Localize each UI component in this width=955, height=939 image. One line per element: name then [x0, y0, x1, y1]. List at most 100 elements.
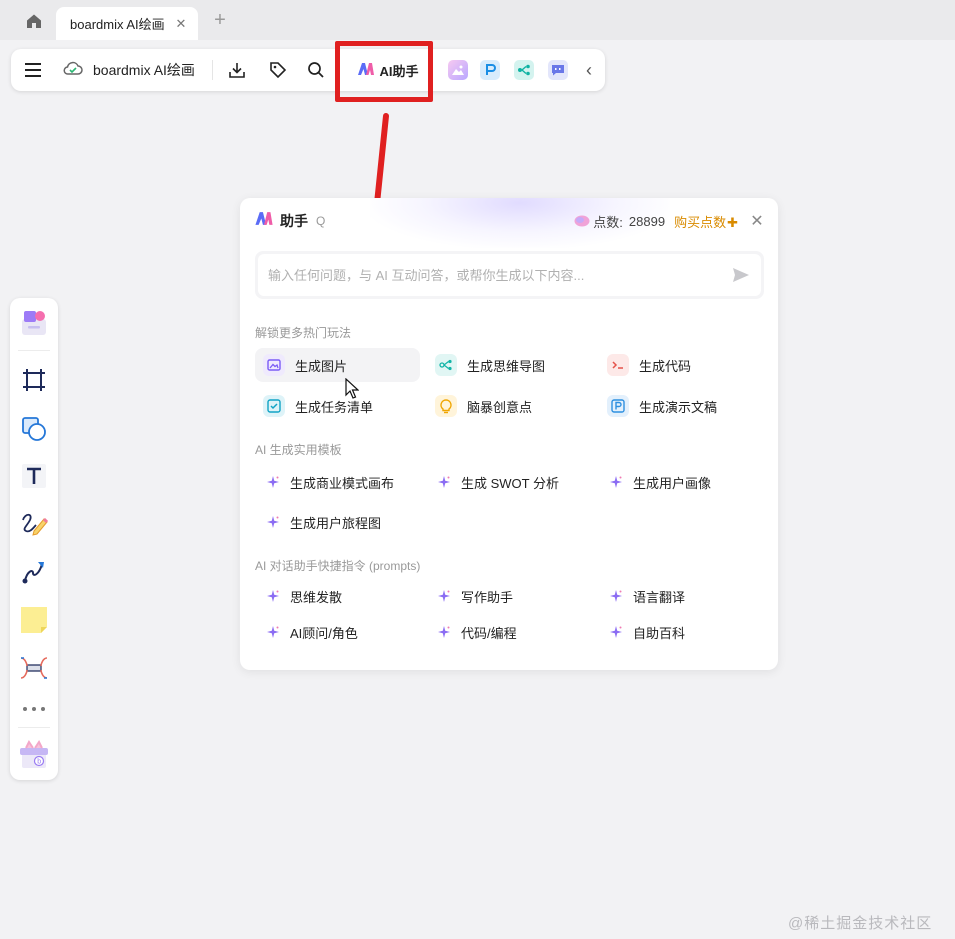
checklist-icon	[263, 395, 285, 417]
code-icon	[607, 354, 629, 376]
plus-icon: ✚	[727, 214, 738, 230]
prompt-item[interactable]: 语言翻译	[609, 585, 685, 607]
prompt-item[interactable]: 思维发散	[266, 585, 342, 607]
browser-tab[interactable]: boardmix AI绘画 ✕	[56, 7, 198, 40]
sparkle-icon	[609, 589, 623, 603]
ai-chat-icon[interactable]	[547, 49, 569, 91]
new-tab-button[interactable]: +	[210, 10, 230, 30]
top-toolbar: boardmix AI绘画 AI助手 ‹	[11, 49, 605, 91]
hot-item-code[interactable]: 生成代码	[599, 348, 764, 382]
toolbar-divider	[212, 60, 213, 80]
hot-item-image[interactable]: 生成图片	[255, 348, 420, 382]
ai-prompt-input[interactable]	[268, 267, 731, 283]
frame-icon[interactable]	[19, 365, 49, 395]
template-label: 生成用户画像	[633, 475, 712, 491]
prompt-label: 写作助手	[461, 589, 514, 605]
left-toolbar: b	[10, 298, 58, 780]
mindmap-tool-icon[interactable]	[19, 653, 49, 683]
template-library-icon[interactable]	[19, 308, 49, 338]
menu-icon[interactable]	[21, 49, 45, 91]
image-icon	[263, 354, 285, 376]
shape-icon[interactable]	[19, 414, 49, 444]
connector-icon[interactable]	[19, 557, 49, 587]
sparkle-icon	[609, 475, 623, 489]
mindmap-icon	[435, 354, 457, 376]
hot-item-label: 生成任务清单	[295, 399, 374, 415]
prompt-item[interactable]: 写作助手	[437, 585, 513, 607]
buy-points-label: 购买点数	[674, 214, 727, 230]
ai-logo-icon	[254, 211, 274, 231]
prompt-item[interactable]: AI顾问/角色	[266, 621, 358, 643]
cloud-saved-icon	[63, 61, 83, 80]
template-item[interactable]: 生成用户画像	[609, 471, 711, 493]
points-label: 点数:	[593, 214, 623, 230]
send-icon[interactable]	[731, 265, 751, 285]
prompt-label: 代码/编程	[461, 625, 517, 641]
tab-title: boardmix AI绘画	[70, 17, 165, 32]
sparkle-icon	[437, 625, 451, 639]
hot-item-presentation[interactable]: 生成演示文稿	[599, 389, 764, 423]
home-icon[interactable]	[24, 11, 44, 31]
doc-title: boardmix AI绘画	[93, 62, 195, 78]
gem-icon	[574, 215, 590, 227]
template-item[interactable]: 生成商业模式画布	[266, 471, 394, 493]
svg-text:b: b	[37, 759, 41, 766]
sparkle-icon	[437, 589, 451, 603]
text-icon[interactable]	[19, 461, 49, 491]
panel-close-icon[interactable]: ✕	[750, 213, 764, 230]
hot-item-checklist[interactable]: 生成任务清单	[255, 389, 420, 423]
search-icon[interactable]	[304, 49, 328, 91]
points-value: 28899	[628, 213, 666, 229]
hot-item-label: 脑暴创意点	[467, 399, 533, 415]
template-label: 生成商业模式画布	[290, 475, 395, 491]
tag-icon[interactable]	[266, 49, 290, 91]
watermark: @稀土掘金技术社区	[788, 915, 933, 932]
template-item[interactable]: 生成 SWOT 分析	[437, 471, 559, 493]
panel-title: 助手	[280, 213, 308, 229]
prompt-label: 语言翻译	[633, 589, 686, 605]
prompt-item[interactable]: 自助百科	[609, 621, 685, 643]
hot-item-label: 生成思维导图	[467, 358, 546, 374]
prompt-label: AI顾问/角色	[290, 625, 358, 641]
more-tools-icon[interactable]	[19, 694, 49, 724]
hot-item-brainstorm[interactable]: 脑暴创意点	[427, 389, 592, 423]
ai-assistant-panel: 助手 Q 点数: 28899 购买点数✚ ✕ 解锁更多热门玩法 生成图片	[240, 198, 778, 670]
hot-item-label: 生成演示文稿	[639, 399, 718, 415]
panel-shortcut: Q	[316, 214, 326, 228]
template-item[interactable]: 生成用户旅程图	[266, 511, 381, 533]
bulb-icon	[435, 395, 457, 417]
prompt-item[interactable]: 代码/编程	[437, 621, 517, 643]
ai-mindmap-icon[interactable]	[513, 49, 535, 91]
browser-tab-bar: boardmix AI绘画 ✕ +	[0, 0, 955, 40]
prompt-label: 思维发散	[290, 589, 343, 605]
presentation-icon	[607, 395, 629, 417]
ai-image-icon[interactable]	[447, 49, 469, 91]
toolbar-collapse-icon[interactable]: ‹	[581, 49, 597, 91]
highlight-box	[335, 41, 433, 102]
plugin-box-icon[interactable]: b	[19, 740, 49, 770]
mouse-cursor-icon	[345, 378, 359, 399]
ai-input-box	[255, 251, 764, 299]
section-templates-title: AI 生成实用模板	[255, 443, 342, 457]
sparkle-icon	[266, 625, 280, 639]
section-prompts-title: AI 对话助手快捷指令 (prompts)	[255, 559, 421, 573]
sparkle-icon	[437, 475, 451, 489]
sparkle-icon	[266, 589, 280, 603]
buy-points-link[interactable]: 购买点数✚	[674, 212, 738, 231]
export-icon[interactable]	[225, 49, 249, 91]
hot-item-mindmap[interactable]: 生成思维导图	[427, 348, 592, 382]
template-label: 生成 SWOT 分析	[461, 475, 559, 491]
template-label: 生成用户旅程图	[290, 515, 382, 531]
hot-item-label: 生成图片	[295, 358, 348, 374]
ai-presentation-icon[interactable]	[479, 49, 501, 91]
left-divider	[18, 727, 50, 728]
hot-item-label: 生成代码	[639, 358, 692, 374]
prompt-label: 自助百科	[633, 625, 686, 641]
tab-close-icon[interactable]: ✕	[174, 16, 188, 31]
section-hot-title: 解锁更多热门玩法	[255, 326, 352, 340]
points-display: 点数: 28899	[574, 212, 665, 231]
sparkle-icon	[609, 625, 623, 639]
doc-title-area[interactable]: boardmix AI绘画	[63, 49, 209, 91]
pen-icon[interactable]	[19, 509, 49, 539]
sticky-note-icon[interactable]	[19, 605, 49, 635]
